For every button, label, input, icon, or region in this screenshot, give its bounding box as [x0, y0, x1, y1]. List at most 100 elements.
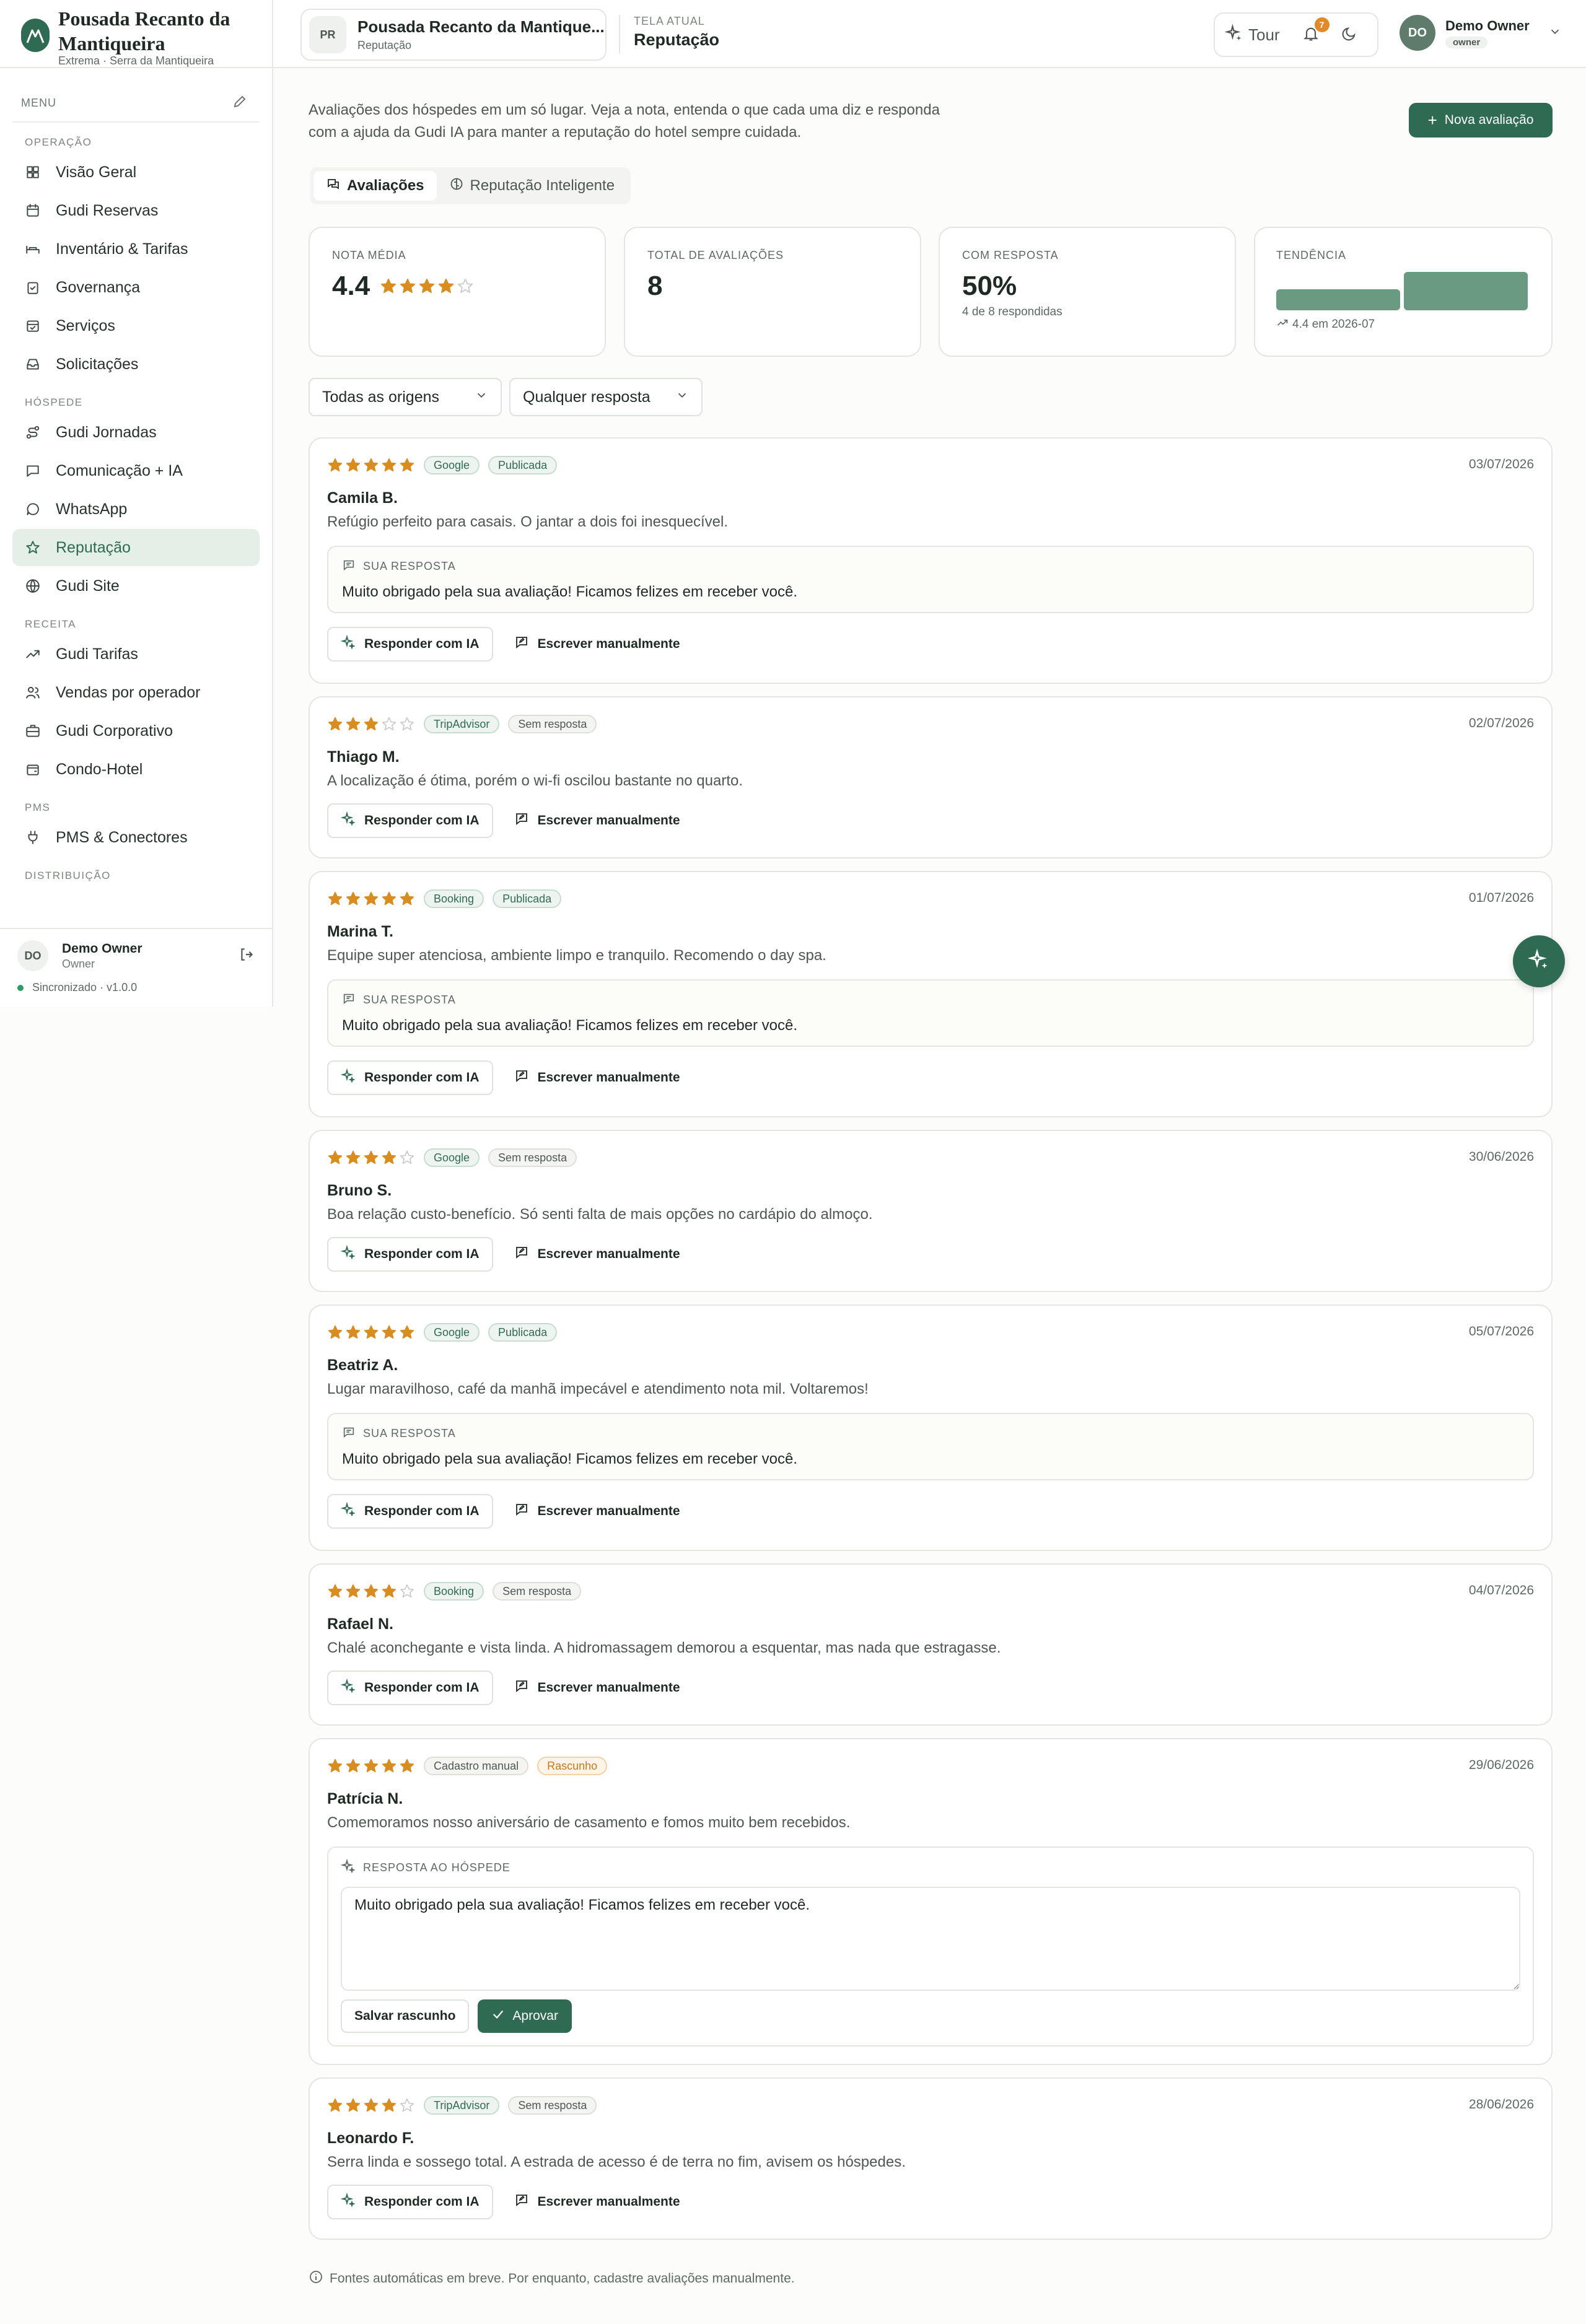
tab-avaliacoes[interactable]: Avaliações [313, 171, 437, 201]
star-filled-icon [328, 717, 343, 731]
sidebar-item-gudi-site[interactable]: Gudi Site [12, 567, 260, 605]
new-review-button[interactable]: + Nova avaliação [1409, 103, 1553, 138]
review-card: TripAdvisor Sem resposta 02/07/2026 Thiago … [309, 696, 1553, 858]
sidebar-item-condo-hotel[interactable]: Condo-Hotel [12, 751, 260, 788]
star-filled-icon [419, 278, 435, 293]
ai-reply-button[interactable]: Responder com IA [327, 803, 493, 838]
sidebar-item-label: Vendas por operador [56, 683, 201, 701]
sidebar-item-gudi-jornadas[interactable]: Gudi Jornadas [12, 414, 260, 451]
sidebar-item-solicitacoes[interactable]: Solicitações [12, 346, 260, 383]
tour-button[interactable]: Tour [1224, 23, 1280, 46]
nav-section-label: RECEITA [25, 618, 76, 630]
response-label: SUA RESPOSTA [363, 1427, 456, 1439]
draft-response-box: RESPOSTA AO HÓSPEDE Muito obrigado pela s… [327, 1846, 1534, 2047]
user-menu[interactable]: DO Demo Owner owner [1400, 15, 1562, 51]
sidebar-item-servicos[interactable]: Serviços [12, 307, 260, 344]
sidebar-item-gudi-tarifas[interactable]: Gudi Tarifas [12, 636, 260, 673]
property-switcher[interactable]: PR Pousada Recanto da Mantique... Reputa… [300, 9, 607, 61]
manual-reply-button[interactable]: Escrever manualmente [508, 1671, 686, 1705]
new-review-label: Nova avaliação [1444, 113, 1534, 127]
origin-filter-value: Todas as origens [322, 388, 440, 406]
stat-total-label: TOTAL DE AVALIAÇÕES [647, 249, 784, 261]
approve-button[interactable]: Aprovar [478, 1999, 572, 2033]
chevron-down-icon [675, 388, 689, 406]
floating-ai-button[interactable] [1513, 935, 1565, 987]
star-filled-icon [381, 278, 396, 293]
nav-section-label: OPERAÇÃO [25, 136, 92, 148]
notifications-button[interactable]: 7 [1302, 17, 1330, 45]
star-filled-icon [328, 1584, 343, 1598]
ai-reply-button[interactable]: Responder com IA [327, 2185, 493, 2219]
response-textarea[interactable]: Muito obrigado pela sua avaliação! Ficam… [341, 1887, 1520, 1991]
source-badge: Cadastro manual [424, 1757, 529, 1775]
brand[interactable]: Pousada Recanto da Mantiqueira Extrema ·… [0, 0, 272, 68]
brand-name: Pousada Recanto da Mantiqueira [58, 7, 230, 55]
stat-card-total: TOTAL DE AVALIAÇÕES 8 [624, 227, 921, 357]
manual-reply-button[interactable]: Escrever manualmente [508, 1060, 686, 1095]
star-filled-icon [400, 1758, 414, 1773]
ai-reply-button[interactable]: Responder com IA [327, 1494, 493, 1529]
avatar: DO [17, 940, 48, 971]
source-badge: Google [424, 1148, 480, 1167]
footer-note-text: Fontes automáticas em breve. Por enquant… [330, 2271, 795, 2286]
manual-reply-button[interactable]: Escrever manualmente [508, 1494, 686, 1529]
logout-icon[interactable] [239, 946, 255, 966]
stat-response-label: COM RESPOSTA [962, 249, 1059, 261]
manual-reply-button[interactable]: Escrever manualmente [508, 1237, 686, 1272]
manual-reply-button[interactable]: Escrever manualmente [508, 803, 686, 838]
sidebar-item-comunicacao-ia[interactable]: Comunicação + IA [12, 452, 260, 489]
ai-reply-button[interactable]: Responder com IA [327, 627, 493, 662]
star-filled-icon [346, 2098, 361, 2112]
response-box: SUA RESPOSTA Muito obrigado pela sua aval… [327, 546, 1534, 613]
page-intro: Avaliações dos hóspedes em um só lugar. … [309, 102, 940, 141]
source-badge: TripAdvisor [424, 715, 500, 733]
tab-reputacao-inteligente[interactable]: Reputação Inteligente [437, 171, 628, 201]
theme-toggle-button[interactable] [1341, 25, 1358, 45]
ai-reply-button[interactable]: Responder com IA [327, 1671, 493, 1705]
edit-message-icon [514, 1068, 529, 1087]
sidebar-item-gudi-corporativo[interactable]: Gudi Corporativo [12, 712, 260, 749]
pencil-icon[interactable] [232, 94, 247, 112]
sparkles-icon [340, 811, 356, 830]
message-square-icon [25, 463, 41, 479]
sidebar-item-whatsapp[interactable]: WhatsApp [12, 491, 260, 528]
sidebar-item-visao-geral[interactable]: Visão Geral [12, 154, 260, 191]
sidebar-item-label: Inventário & Tarifas [56, 240, 188, 258]
ai-reply-label: Responder com IA [364, 1680, 480, 1695]
sidebar-item-reputacao[interactable]: Reputação [12, 529, 260, 566]
reviewer-name: Bruno S. [327, 1182, 392, 1199]
sidebar-item-governanca[interactable]: Governança [12, 269, 260, 306]
reviewer-name: Patrícia N. [327, 1790, 403, 1807]
message-icon [342, 1425, 356, 1442]
manual-reply-button[interactable]: Escrever manualmente [508, 627, 686, 662]
review-text: Chalé aconchegante e vista linda. A hidr… [327, 1640, 1001, 1656]
sidebar-item-gudi-reservas[interactable]: Gudi Reservas [12, 192, 260, 229]
source-badge: Google [424, 1323, 480, 1342]
star-filled-icon [364, 1584, 379, 1598]
sidebar-item-label: Solicitações [56, 355, 139, 373]
ai-reply-button[interactable]: Responder com IA [327, 1060, 493, 1095]
star-filled-icon [346, 1150, 361, 1164]
sidebar-item-inventario-tarifas[interactable]: Inventário & Tarifas [12, 230, 260, 268]
route-icon [25, 424, 41, 440]
sparkles-icon [340, 1244, 356, 1264]
stat-trend-label: TENDÊNCIA [1276, 249, 1347, 261]
response-filter[interactable]: Qualquer resposta [509, 378, 703, 416]
sidebar-item-label: Gudi Site [56, 577, 120, 595]
inbox-icon [25, 356, 41, 372]
review-card: Cadastro manual Rascunho 29/06/2026 Patríci… [309, 1738, 1553, 2065]
star-empty-icon [458, 278, 473, 293]
property-sub: Reputação [357, 39, 412, 51]
edit-message-icon [514, 1502, 529, 1521]
stat-average-value: 4.4 [332, 271, 370, 301]
sidebar-item-pms-conectores[interactable]: PMS & Conectores [12, 819, 260, 856]
sidebar-item-vendas-por-operador[interactable]: Vendas por operador [12, 674, 260, 711]
save-draft-button[interactable]: Salvar rascunho [341, 1999, 470, 2033]
manual-reply-button[interactable]: Escrever manualmente [508, 2185, 686, 2219]
brand-location: Extrema · Serra da Mantiqueira [58, 55, 214, 67]
ai-reply-button[interactable]: Responder com IA [327, 1237, 493, 1272]
star-icon [25, 540, 41, 556]
origin-filter[interactable]: Todas as origens [309, 378, 502, 416]
reviewer-name: Rafael N. [327, 1615, 393, 1633]
response-box: SUA RESPOSTA Muito obrigado pela sua aval… [327, 1413, 1534, 1480]
